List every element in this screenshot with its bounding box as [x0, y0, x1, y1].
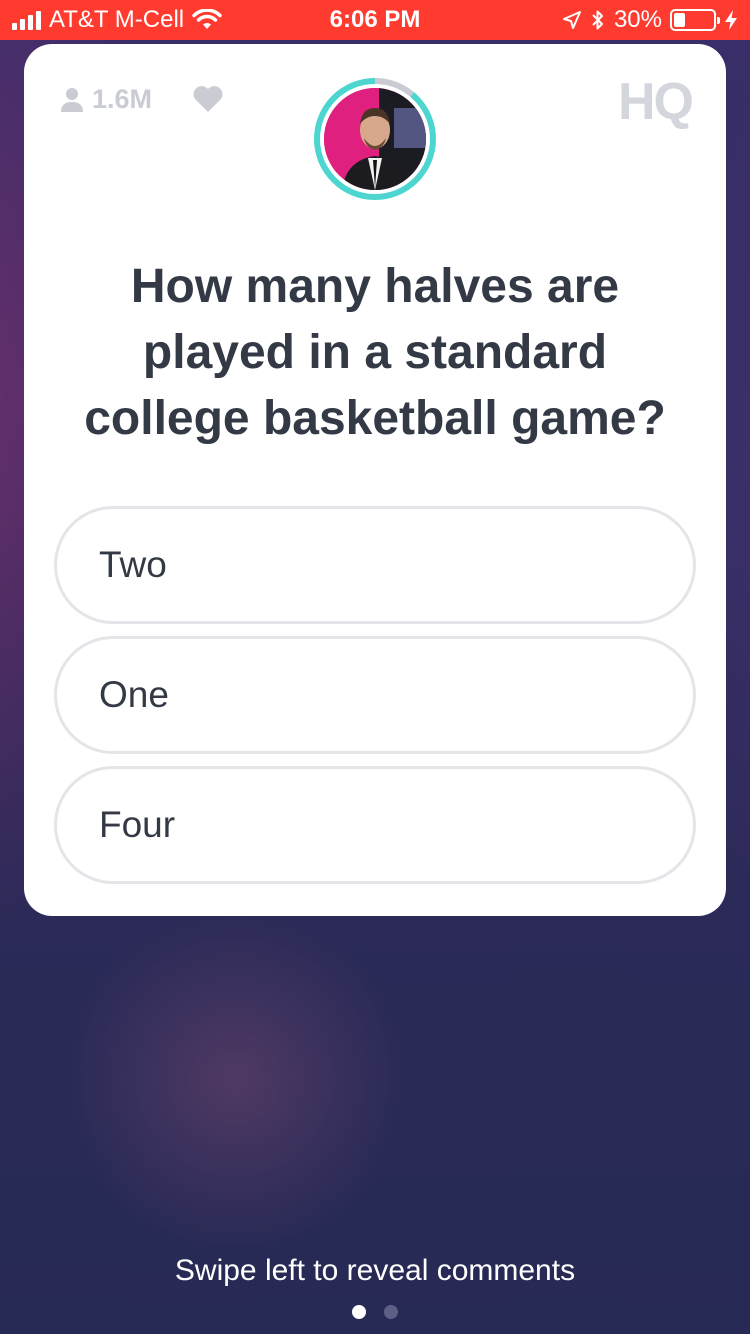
signal-strength-icon [12, 10, 41, 30]
page-indicator[interactable] [0, 1305, 750, 1319]
viewer-count: 1.6M [60, 84, 152, 115]
status-bar: AT&T M-Cell 6:06 PM 30% [0, 0, 750, 40]
page-dot[interactable] [384, 1305, 398, 1319]
answer-option[interactable]: One [54, 636, 696, 754]
countdown-timer [314, 78, 436, 200]
status-time: 6:06 PM [329, 6, 421, 33]
battery-percent: 30% [613, 6, 662, 33]
location-arrow-icon [562, 11, 581, 29]
heart-button[interactable] [192, 84, 224, 119]
answer-label: One [99, 674, 169, 715]
answer-label: Four [99, 804, 176, 845]
battery-icon [670, 9, 720, 31]
hq-logo: HQ [618, 73, 694, 131]
swipe-hint: Swipe left to reveal comments [174, 1254, 576, 1287]
question-card: 1.6M HQ How many halves are played in a … [24, 44, 726, 916]
host-frame [320, 84, 430, 194]
bluetooth-icon [592, 10, 603, 30]
answer-option[interactable]: Two [54, 506, 696, 624]
status-right: 30% [562, 6, 738, 34]
answer-label: Two [99, 544, 167, 585]
page-dot-active[interactable] [352, 1305, 366, 1319]
heart-icon [193, 86, 223, 112]
wifi-icon [192, 9, 222, 29]
answer-list: Two One Four [54, 506, 696, 896]
answer-option[interactable]: Four [54, 766, 696, 884]
person-icon [61, 87, 83, 112]
viewer-count-label: 1.6M [92, 84, 153, 114]
question-text: How many halves are played in a standard… [84, 260, 666, 445]
bolt-icon [725, 10, 737, 30]
battery-level [674, 13, 686, 27]
host-avatar [324, 88, 426, 190]
carrier-name: AT&T M-Cell [49, 6, 185, 33]
host-portrait [324, 88, 426, 190]
status-left: AT&T M-Cell [12, 6, 222, 34]
